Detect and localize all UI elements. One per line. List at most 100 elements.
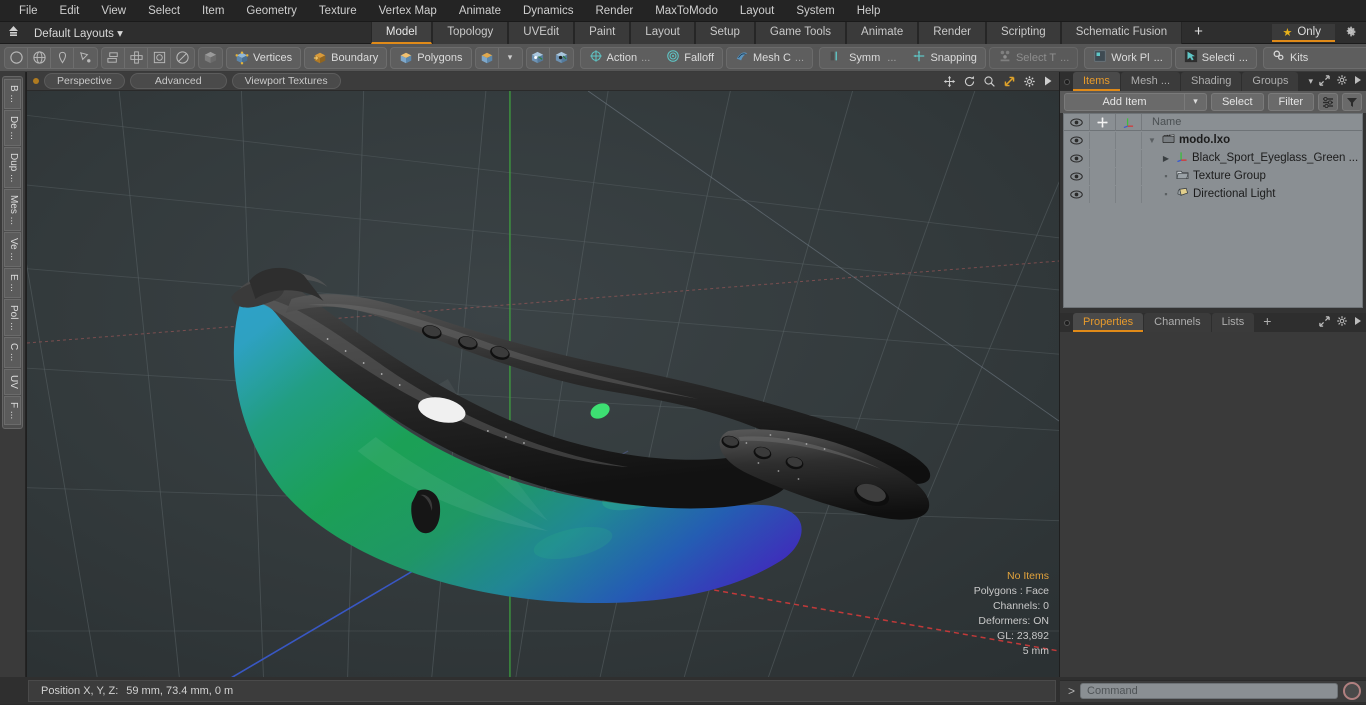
play-icon[interactable]: [1354, 316, 1362, 329]
menu-item-maxtomodo[interactable]: MaxToModo: [644, 0, 729, 22]
table-row[interactable]: ▪ Directional Light: [1064, 185, 1362, 203]
viewport-textures-toggle[interactable]: Viewport Textures: [231, 73, 341, 89]
row-axis-cell[interactable]: [1116, 185, 1142, 203]
item-tree[interactable]: Name ▼ modo.lxo ▶ Black_Sport_Eyeglass_G…: [1063, 113, 1363, 308]
fit-icon[interactable]: [1003, 75, 1016, 88]
menu-item-select[interactable]: Select: [137, 0, 191, 22]
work-plane-button[interactable]: Work Pl ...: [1084, 46, 1172, 69]
tab-animate[interactable]: Animate: [846, 21, 919, 44]
select-button[interactable]: Select: [1210, 93, 1264, 111]
left-tab-duplicate[interactable]: Dup ...: [4, 146, 21, 189]
tab-setup[interactable]: Setup: [694, 21, 755, 44]
tree-item-scene[interactable]: ▼ modo.lxo: [1142, 133, 1362, 147]
expand-icon[interactable]: [1319, 74, 1330, 89]
tree-item-mesh[interactable]: ▶ Black_Sport_Eyeglass_Green ...: [1142, 151, 1362, 165]
gear-icon[interactable]: [1023, 75, 1036, 88]
menu-item-file[interactable]: File: [8, 0, 49, 22]
funnel-icon[interactable]: [1342, 93, 1362, 111]
menu-item-system[interactable]: System: [785, 0, 845, 22]
tree-item-texture-group[interactable]: ▪ Texture Group: [1142, 169, 1362, 183]
menu-item-geometry[interactable]: Geometry: [235, 0, 308, 22]
play-icon[interactable]: [1354, 75, 1362, 88]
layout-selector[interactable]: Default Layouts ▾: [26, 26, 131, 40]
home-icon[interactable]: [0, 25, 26, 40]
menu-item-texture[interactable]: Texture: [308, 0, 368, 22]
add-tab-button[interactable]: +: [1182, 22, 1215, 44]
gear-icon[interactable]: [1339, 25, 1362, 41]
viewport-view-mode[interactable]: Perspective: [44, 73, 125, 89]
chevron-down-icon[interactable]: ▾: [499, 48, 522, 68]
selection-sets-button[interactable]: Selecti ...: [1174, 46, 1257, 69]
left-tab-mesh-edit[interactable]: Mes ...: [4, 189, 21, 232]
tree-item-directional-light[interactable]: ▪ Directional Light: [1142, 187, 1362, 201]
tab-properties[interactable]: Properties: [1073, 313, 1144, 332]
selection-mode-vertices[interactable]: Vertices: [226, 46, 302, 69]
chevron-down-icon[interactable]: ▾: [1184, 93, 1207, 111]
row-eye-icon[interactable]: [1064, 149, 1090, 167]
triangle-right-icon[interactable]: ▶: [1160, 154, 1172, 163]
menu-item-animate[interactable]: Animate: [448, 0, 512, 22]
globe-icon[interactable]: [28, 47, 51, 68]
table-row[interactable]: ▶ Black_Sport_Eyeglass_Green ...: [1064, 149, 1362, 167]
left-tab-edge[interactable]: E ...: [4, 267, 21, 298]
row-move-cell[interactable]: [1090, 185, 1116, 203]
table-row[interactable]: ▪ Texture Group: [1064, 167, 1362, 185]
selection-mode-polygons[interactable]: Polygons: [390, 46, 472, 69]
expand-icon[interactable]: [1319, 315, 1330, 330]
mode-dropdown-group[interactable]: ▾: [474, 46, 523, 69]
add-properties-tab[interactable]: +: [1255, 313, 1279, 332]
menu-item-help[interactable]: Help: [846, 0, 892, 22]
menu-item-vertex-map[interactable]: Vertex Map: [368, 0, 448, 22]
menu-item-view[interactable]: View: [90, 0, 137, 22]
play-icon[interactable]: [1043, 75, 1053, 87]
gear-icon[interactable]: [1336, 74, 1348, 89]
row-axis-cell[interactable]: [1116, 149, 1142, 167]
tab-model[interactable]: Model: [370, 21, 433, 44]
tab-scripting[interactable]: Scripting: [985, 21, 1061, 44]
row-axis-cell[interactable]: [1116, 131, 1142, 149]
pen-icon[interactable]: [51, 47, 74, 68]
row-move-cell[interactable]: [1090, 167, 1116, 185]
mesh-constraint-button[interactable]: Mesh C ...: [727, 47, 812, 69]
viewport-canvas[interactable]: Y X Z No Items Polygons : Face Channels:…: [27, 91, 1059, 677]
cube-gray-icon[interactable]: [199, 48, 222, 68]
tab-paint[interactable]: Paint: [574, 21, 631, 44]
falloff-button[interactable]: Falloff: [658, 47, 722, 69]
tab-lists[interactable]: Lists: [1211, 313, 1255, 332]
gear-icon[interactable]: [1336, 315, 1348, 330]
chevron-down-icon[interactable]: ▾: [1308, 76, 1313, 87]
left-tab-uv[interactable]: UV: [4, 368, 21, 395]
snapping-button[interactable]: Snapping: [904, 47, 985, 69]
only-toggle[interactable]: ★ Only: [1272, 23, 1335, 42]
symmetry-button[interactable]: Symm ...: [820, 47, 904, 69]
tab-topology[interactable]: Topology: [432, 21, 509, 44]
menu-item-render[interactable]: Render: [584, 0, 644, 22]
rotate-icon[interactable]: [963, 75, 976, 88]
menu-item-item[interactable]: Item: [191, 0, 235, 22]
tab-schematic-fusion[interactable]: Schematic Fusion: [1060, 21, 1183, 44]
triangle-down-icon[interactable]: ▼: [1146, 136, 1158, 145]
tab-mesh[interactable]: Mesh ...: [1120, 72, 1181, 91]
left-tab-vertex[interactable]: Ve ...: [4, 232, 21, 267]
ellipse-icon[interactable]: [171, 48, 194, 68]
tab-game-tools[interactable]: Game Tools: [754, 21, 847, 44]
shade-blue-icon[interactable]: [527, 47, 550, 68]
tab-shading[interactable]: Shading: [1181, 72, 1242, 91]
shade-blue-2-icon[interactable]: [550, 48, 573, 68]
add-loop-icon[interactable]: [125, 47, 148, 68]
row-move-cell[interactable]: [1090, 131, 1116, 149]
circle-icon[interactable]: [5, 47, 28, 68]
square-target-icon[interactable]: [148, 47, 171, 68]
tab-items[interactable]: Items: [1073, 72, 1120, 91]
mirror-icon[interactable]: [102, 47, 125, 68]
menu-item-edit[interactable]: Edit: [49, 0, 91, 22]
command-input[interactable]: Command: [1080, 683, 1338, 699]
tab-channels[interactable]: Channels: [1144, 313, 1211, 332]
action-center-button[interactable]: Action ...: [581, 47, 659, 69]
row-move-cell[interactable]: [1090, 149, 1116, 167]
tab-render[interactable]: Render: [918, 21, 986, 44]
row-eye-icon[interactable]: [1064, 185, 1090, 203]
record-circle-icon[interactable]: [1343, 682, 1361, 700]
tab-groups[interactable]: Groups: [1242, 72, 1299, 91]
left-tab-deform[interactable]: De ...: [4, 109, 21, 146]
